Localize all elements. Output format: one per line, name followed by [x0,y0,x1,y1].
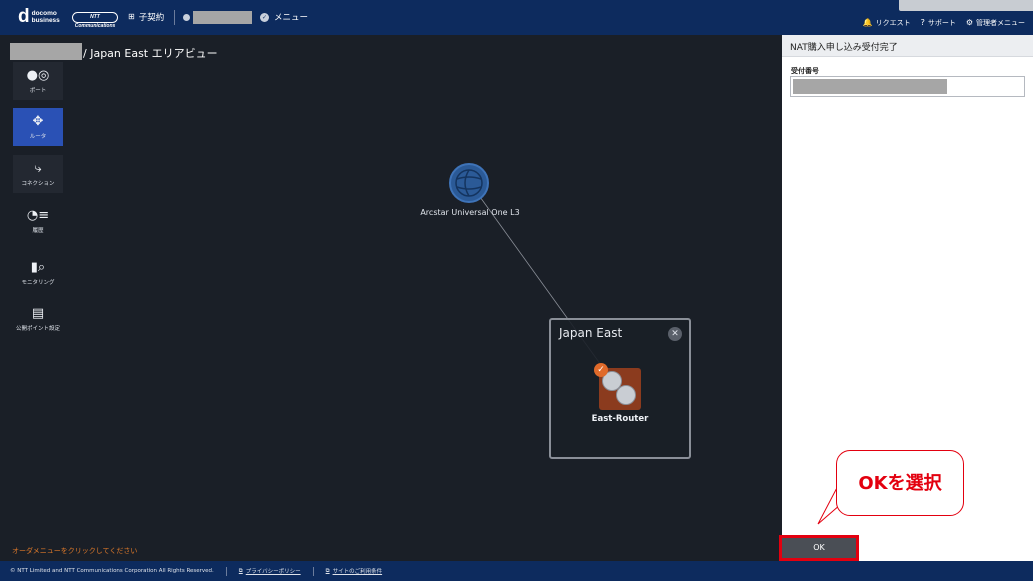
header-right-menu: 🔔 リクエスト ? サポート ⚙ 管理者メニュー [863,18,1025,28]
router-disc-icon [616,385,636,405]
logo-d: d [18,6,30,27]
docomo-business-logo[interactable]: d docomo business [18,6,60,27]
arcstar-node-label: Arcstar Universal One L3 [420,208,520,217]
admin-menu-link[interactable]: ⚙ 管理者メニュー [966,18,1025,28]
header-divider [174,10,175,25]
account-name-redacted [193,11,252,24]
receipt-number-label: 受付番号 [791,67,819,75]
region-box: Japan East ✕ ✓ East-Router [549,318,691,459]
ntt-communications-logo: NTT Communications [72,12,118,29]
copyright: © NTT Limited and NTT Communications Cor… [10,568,214,574]
receipt-number-field[interactable] [790,76,1025,97]
region-title: Japan East [559,326,623,340]
order-hint: オーダメニューをクリックしてください [12,547,138,555]
header-tab-box [899,0,1033,11]
external-link-icon: ⧉ [325,567,330,574]
hierarchy-icon: ⊞ [128,12,135,21]
help-icon: ? [920,18,925,27]
panel-header: NAT購入申し込み受付完了 [782,35,1033,57]
check-icon: ✓ [594,363,608,377]
privacy-policy-link[interactable]: ⧉ プライバシーポリシー [238,567,301,576]
receipt-number-redacted [793,79,947,94]
bell-icon: 🔔 [862,18,873,27]
globe-icon [455,169,483,197]
menu-label: メニュー [274,13,309,23]
panel-title: NAT購入申し込み受付完了 [790,43,898,53]
topology-canvas [469,182,602,366]
check-circle-icon: ✓ [260,12,269,22]
external-link-icon: ⧉ [238,567,243,574]
arcstar-node[interactable] [449,163,489,203]
account-status-icon [183,14,190,21]
gear-icon: ⚙ [965,18,973,27]
footer: © NTT Limited and NTT Communications Cor… [0,561,1033,581]
top-header: d docomo business NTT Communications ⊞ 子… [0,0,1033,35]
logo-line1: docomo [31,10,57,17]
close-icon[interactable]: ✕ [668,327,682,341]
request-link[interactable]: 🔔 リクエスト [863,18,911,28]
contract-label: 子契約 [138,13,165,23]
menu-button[interactable]: ✓ メニュー [260,11,308,23]
callout-text: OKを選択 [858,473,942,494]
ok-button[interactable]: OK [779,535,859,561]
router-label: East-Router [591,414,649,424]
contract-menu[interactable]: ⊞ 子契約 [128,11,165,24]
terms-link[interactable]: ⧉ サイトのご利用条件 [325,567,382,576]
logo-line2: business [31,17,60,24]
support-link[interactable]: ? サポート [921,18,956,28]
instruction-callout: OKを選択 [836,450,964,516]
